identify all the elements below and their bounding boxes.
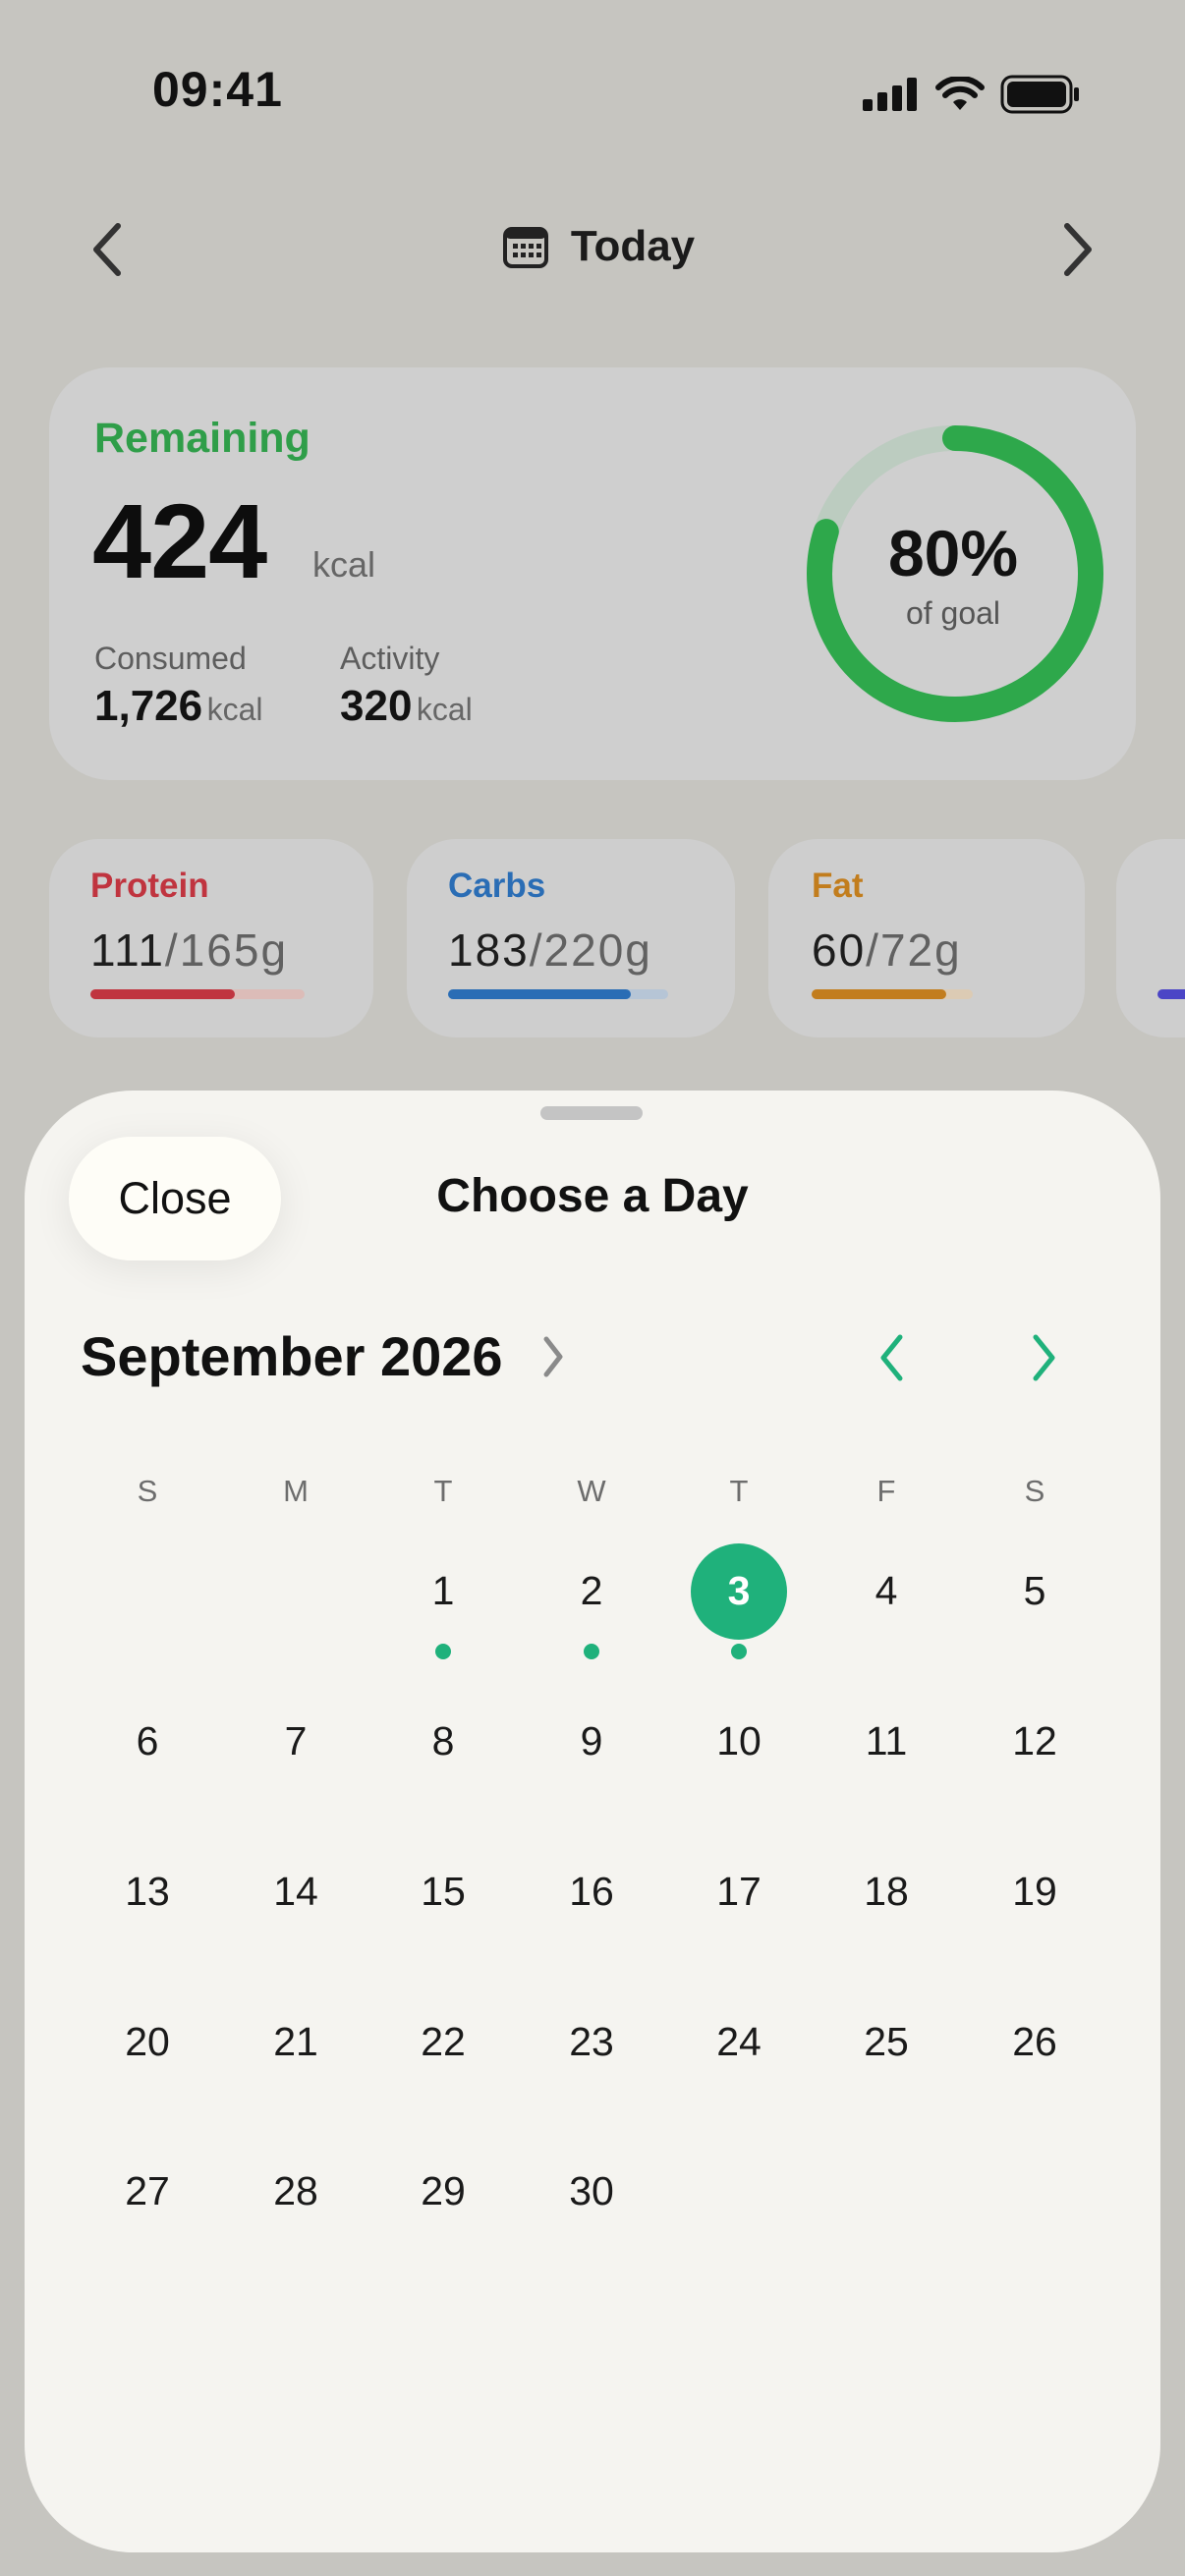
consumed-value: 1,726 xyxy=(94,682,203,730)
macro-bar-partial xyxy=(1157,989,1185,999)
calendar-icon xyxy=(502,227,548,268)
close-button[interactable]: Close xyxy=(69,1137,281,1260)
next-month-button[interactable] xyxy=(1012,1322,1075,1393)
consumed-stat: 1,726 kcal xyxy=(94,682,262,731)
macro-value-carbs: 183/220g xyxy=(448,924,652,976)
status-time: 09:41 xyxy=(152,62,283,117)
entry-indicator-dot xyxy=(731,1644,747,1659)
macro-name-fat: Fat xyxy=(812,867,864,905)
calendar-day[interactable]: 29 xyxy=(369,2168,517,2214)
activity-unit: kcal xyxy=(416,692,473,727)
calendar-day[interactable]: 8 xyxy=(369,1718,517,1764)
calendar-day[interactable]: 17 xyxy=(665,1869,813,1915)
calendar-day[interactable]: 16 xyxy=(518,1869,665,1915)
month-year-label[interactable]: September 2026 xyxy=(81,1324,503,1388)
macro-bar-fill-fat xyxy=(812,989,946,999)
calendar-day[interactable]: 10 xyxy=(665,1718,813,1764)
macro-name-protein: Protein xyxy=(90,867,209,905)
calendar-day[interactable]: 13 xyxy=(74,1869,221,1915)
macro-bar-protein xyxy=(90,989,305,999)
calendar-day[interactable]: 7 xyxy=(222,1718,369,1764)
remaining-label: Remaining xyxy=(94,415,310,462)
wifi-icon xyxy=(935,77,985,110)
activity-label: Activity xyxy=(340,641,440,676)
calendar-day[interactable]: 19 xyxy=(961,1869,1108,1915)
calendar-day[interactable]: 14 xyxy=(222,1869,369,1915)
activity-stat: 320 kcal xyxy=(340,682,473,731)
macro-bar-carbs xyxy=(448,989,668,999)
weekday-label: S xyxy=(137,1474,158,1508)
calendar-day[interactable]: 27 xyxy=(74,2168,221,2214)
calendar-day[interactable]: 20 xyxy=(74,2019,221,2065)
chevron-right-icon xyxy=(1033,1334,1055,1381)
calendar-day[interactable]: 11 xyxy=(813,1718,960,1764)
calendar-day[interactable]: 25 xyxy=(813,2019,960,2065)
macro-card-partial[interactable] xyxy=(1116,839,1185,1037)
chevron-right-icon xyxy=(1064,223,1092,276)
date-label: Today xyxy=(570,222,696,270)
calendar-day[interactable]: 5 xyxy=(961,1568,1108,1614)
goal-percent: 80% xyxy=(887,517,1019,589)
sheet-title: Choose a Day xyxy=(436,1170,749,1222)
chevron-left-icon xyxy=(93,223,121,276)
macro-bar-fill-carbs xyxy=(448,989,632,999)
calendar-day[interactable]: 4 xyxy=(813,1568,960,1614)
calendar-day[interactable]: 26 xyxy=(961,2019,1108,2065)
entry-indicator-dot xyxy=(435,1644,451,1659)
consumed-unit: kcal xyxy=(206,692,263,727)
goal-caption: of goal xyxy=(905,595,1001,631)
activity-value: 320 xyxy=(340,682,413,730)
macro-value-fat: 60/72g xyxy=(812,924,962,976)
previous-month-button[interactable] xyxy=(861,1322,924,1393)
date-picker-button[interactable]: Today xyxy=(470,202,727,291)
month-picker-chevron-icon[interactable] xyxy=(540,1333,566,1380)
weekday-label: F xyxy=(876,1474,896,1508)
calendar-day[interactable]: 2 xyxy=(518,1568,665,1614)
entry-indicator-dot xyxy=(584,1644,599,1659)
calendar-day[interactable]: 22 xyxy=(369,2019,517,2065)
calendar-day[interactable]: 28 xyxy=(222,2168,369,2214)
calendar-day[interactable]: 24 xyxy=(665,2019,813,2065)
calendar-day-selected[interactable]: 3 xyxy=(665,1568,813,1614)
previous-day-button[interactable] xyxy=(61,202,155,297)
remaining-unit: kcal xyxy=(312,544,376,585)
consumed-label: Consumed xyxy=(94,641,247,676)
macro-name-carbs: Carbs xyxy=(448,867,546,905)
calendar-day[interactable]: 12 xyxy=(961,1718,1108,1764)
calendar-day[interactable]: 6 xyxy=(74,1718,221,1764)
next-day-button[interactable] xyxy=(1030,202,1124,297)
battery-icon xyxy=(1000,75,1079,114)
calendar-day[interactable]: 23 xyxy=(518,2019,665,2065)
choose-day-sheet xyxy=(25,1091,1160,2552)
cellular-signal-icon xyxy=(863,78,917,111)
weekday-label: W xyxy=(577,1474,606,1508)
status-icons xyxy=(863,75,1081,114)
sheet-grabber[interactable] xyxy=(540,1106,643,1120)
chevron-left-icon xyxy=(880,1334,903,1381)
weekday-label: T xyxy=(433,1474,453,1508)
calendar-day[interactable]: 15 xyxy=(369,1869,517,1915)
calendar-day[interactable]: 1 xyxy=(369,1568,517,1614)
remaining-value: 424 xyxy=(92,481,267,600)
calendar-day[interactable]: 21 xyxy=(222,2019,369,2065)
macro-value-protein: 111/165g xyxy=(90,924,289,976)
weekday-label: T xyxy=(729,1474,749,1508)
macro-bar-fat xyxy=(812,989,973,999)
weekday-label: S xyxy=(1024,1474,1045,1508)
calendar-day[interactable]: 30 xyxy=(518,2168,665,2214)
weekday-label: M xyxy=(283,1474,309,1508)
macro-bar-fill-protein xyxy=(90,989,235,999)
calendar-day[interactable]: 9 xyxy=(518,1718,665,1764)
calendar-day[interactable]: 18 xyxy=(813,1869,960,1915)
